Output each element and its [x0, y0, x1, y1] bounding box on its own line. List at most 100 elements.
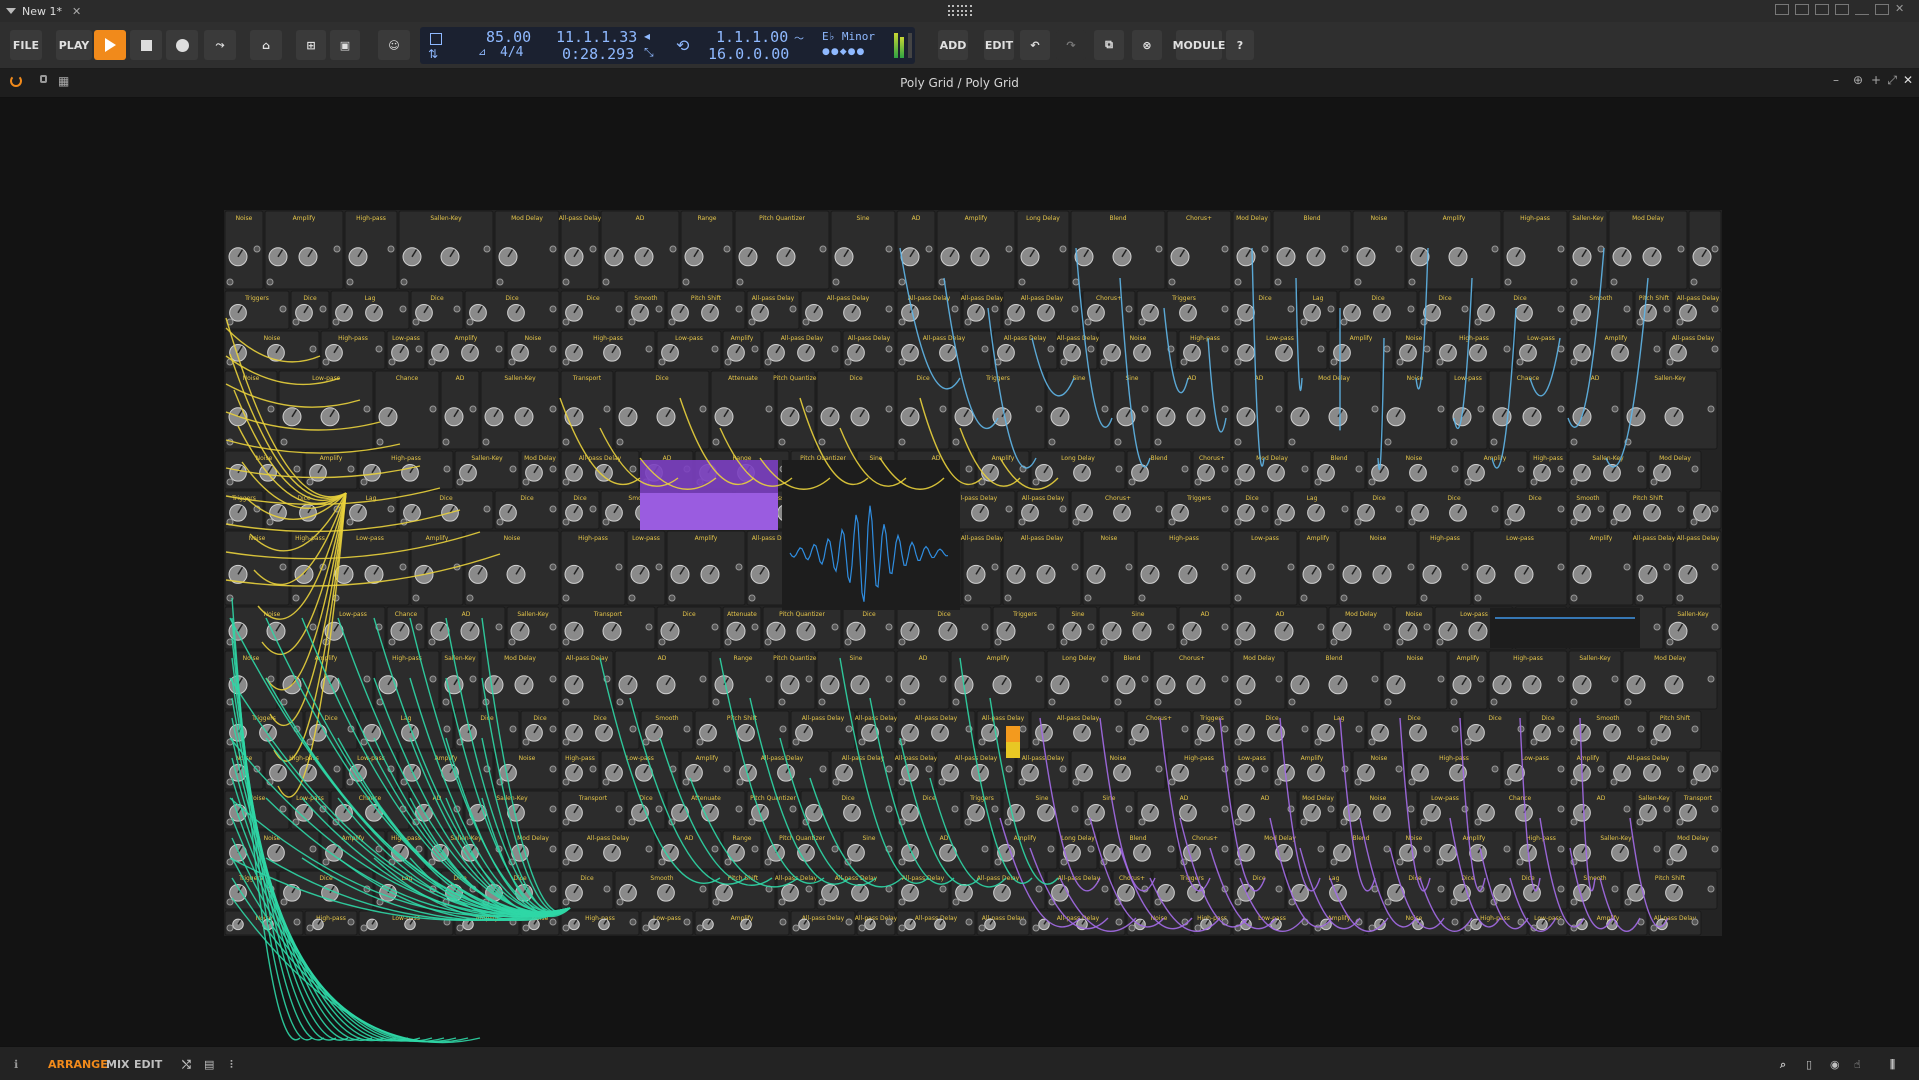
input-port[interactable]	[562, 438, 570, 446]
output-port[interactable]	[981, 345, 989, 353]
input-port[interactable]	[442, 698, 450, 706]
output-port[interactable]	[293, 465, 301, 473]
input-port[interactable]	[1408, 278, 1416, 286]
input-port[interactable]	[562, 924, 570, 932]
input-port[interactable]	[1180, 638, 1188, 646]
input-port[interactable]	[938, 778, 946, 786]
add-panel-icon[interactable]: +	[1871, 73, 1881, 87]
knob[interactable]	[1572, 564, 1592, 584]
input-port[interactable]	[1636, 318, 1644, 326]
input-port[interactable]	[1610, 778, 1618, 786]
input-port[interactable]	[1300, 594, 1308, 602]
input-port[interactable]	[280, 898, 288, 906]
output-port[interactable]	[1115, 918, 1123, 926]
input-port[interactable]	[1464, 478, 1472, 486]
shuffle-icon[interactable]: ⤭	[182, 1058, 191, 1072]
output-port[interactable]	[279, 805, 287, 813]
output-port[interactable]	[615, 305, 623, 313]
output-port[interactable]	[1355, 465, 1363, 473]
output-port[interactable]	[1125, 563, 1133, 571]
poly-grid-canvas[interactable]: Noise Amplify High-pass Sallen-Key Mod Delay…	[0, 98, 1919, 1046]
knob[interactable]	[605, 503, 623, 522]
output-port[interactable]	[965, 465, 973, 473]
output-port[interactable]	[1261, 765, 1269, 773]
position-time-display[interactable]: 0:28.293	[562, 45, 634, 63]
input-port[interactable]	[844, 358, 852, 366]
input-port[interactable]	[1504, 778, 1512, 786]
output-port[interactable]	[885, 765, 893, 773]
tempo-sync-icon[interactable]: ⇅	[428, 47, 438, 61]
input-port[interactable]	[1330, 858, 1338, 866]
input-port[interactable]	[1570, 698, 1578, 706]
input-port[interactable]	[1690, 778, 1698, 786]
input-port[interactable]	[1100, 638, 1108, 646]
input-port[interactable]	[1396, 358, 1404, 366]
input-port[interactable]	[1450, 898, 1458, 906]
input-port[interactable]	[1234, 478, 1242, 486]
output-port[interactable]	[1317, 623, 1325, 631]
input-port[interactable]	[1300, 318, 1308, 326]
input-port[interactable]	[292, 318, 300, 326]
input-port[interactable]	[1072, 518, 1080, 526]
input-port[interactable]	[1234, 358, 1242, 366]
input-port[interactable]	[1676, 318, 1684, 326]
mixer-icon[interactable]: ⫶	[230, 1058, 233, 1072]
input-port[interactable]	[1490, 698, 1498, 706]
input-port[interactable]	[1450, 438, 1458, 446]
output-port[interactable]	[1677, 245, 1685, 253]
input-port[interactable]	[266, 278, 274, 286]
input-port[interactable]	[1570, 478, 1578, 486]
output-port[interactable]	[1035, 885, 1043, 893]
input-port[interactable]	[696, 738, 704, 746]
output-port[interactable]	[1141, 405, 1149, 413]
output-port[interactable]	[655, 805, 663, 813]
output-port[interactable]	[549, 725, 557, 733]
output-port[interactable]	[1611, 675, 1619, 683]
input-port[interactable]	[964, 594, 972, 602]
output-port[interactable]	[495, 345, 503, 353]
input-port[interactable]	[616, 898, 624, 906]
knob[interactable]	[1357, 503, 1375, 522]
output-port[interactable]	[549, 245, 557, 253]
input-port[interactable]	[668, 594, 676, 602]
input-port[interactable]	[562, 898, 570, 906]
knob[interactable]	[1342, 564, 1362, 584]
output-port[interactable]	[1221, 405, 1229, 413]
knob[interactable]	[1573, 503, 1591, 522]
knob[interactable]	[229, 503, 247, 522]
input-port[interactable]	[1464, 738, 1472, 746]
output-port[interactable]	[347, 465, 355, 473]
input-port[interactable]	[1340, 594, 1348, 602]
output-port[interactable]	[549, 918, 557, 926]
input-port[interactable]	[1420, 318, 1428, 326]
output-port[interactable]	[1691, 918, 1699, 926]
output-port[interactable]	[831, 623, 839, 631]
output-port[interactable]	[1407, 305, 1415, 313]
output-port[interactable]	[1115, 465, 1123, 473]
knob[interactable]	[630, 564, 650, 584]
input-port[interactable]	[1138, 594, 1146, 602]
output-port[interactable]	[885, 623, 893, 631]
input-port[interactable]	[832, 778, 840, 786]
input-port[interactable]	[1610, 518, 1618, 526]
input-port[interactable]	[562, 358, 570, 366]
input-port[interactable]	[1100, 358, 1108, 366]
grid-view-button[interactable]: ⊞	[296, 30, 326, 60]
input-port[interactable]	[602, 518, 610, 526]
output-port[interactable]	[645, 845, 653, 853]
input-port[interactable]	[898, 924, 906, 932]
input-port[interactable]	[616, 438, 624, 446]
input-port[interactable]	[1168, 278, 1176, 286]
input-port[interactable]	[1128, 924, 1136, 932]
input-port[interactable]	[562, 738, 570, 746]
input-port[interactable]	[466, 318, 474, 326]
input-port[interactable]	[226, 898, 234, 906]
clip-launcher-icon[interactable]: ▤	[204, 1058, 214, 1071]
input-port[interactable]	[1330, 358, 1338, 366]
input-port[interactable]	[642, 924, 650, 932]
input-port[interactable]	[522, 738, 530, 746]
knob[interactable]	[1449, 503, 1467, 522]
output-port[interactable]	[1711, 245, 1719, 253]
output-port[interactable]	[1611, 405, 1619, 413]
layout-button-4[interactable]	[1835, 4, 1849, 15]
